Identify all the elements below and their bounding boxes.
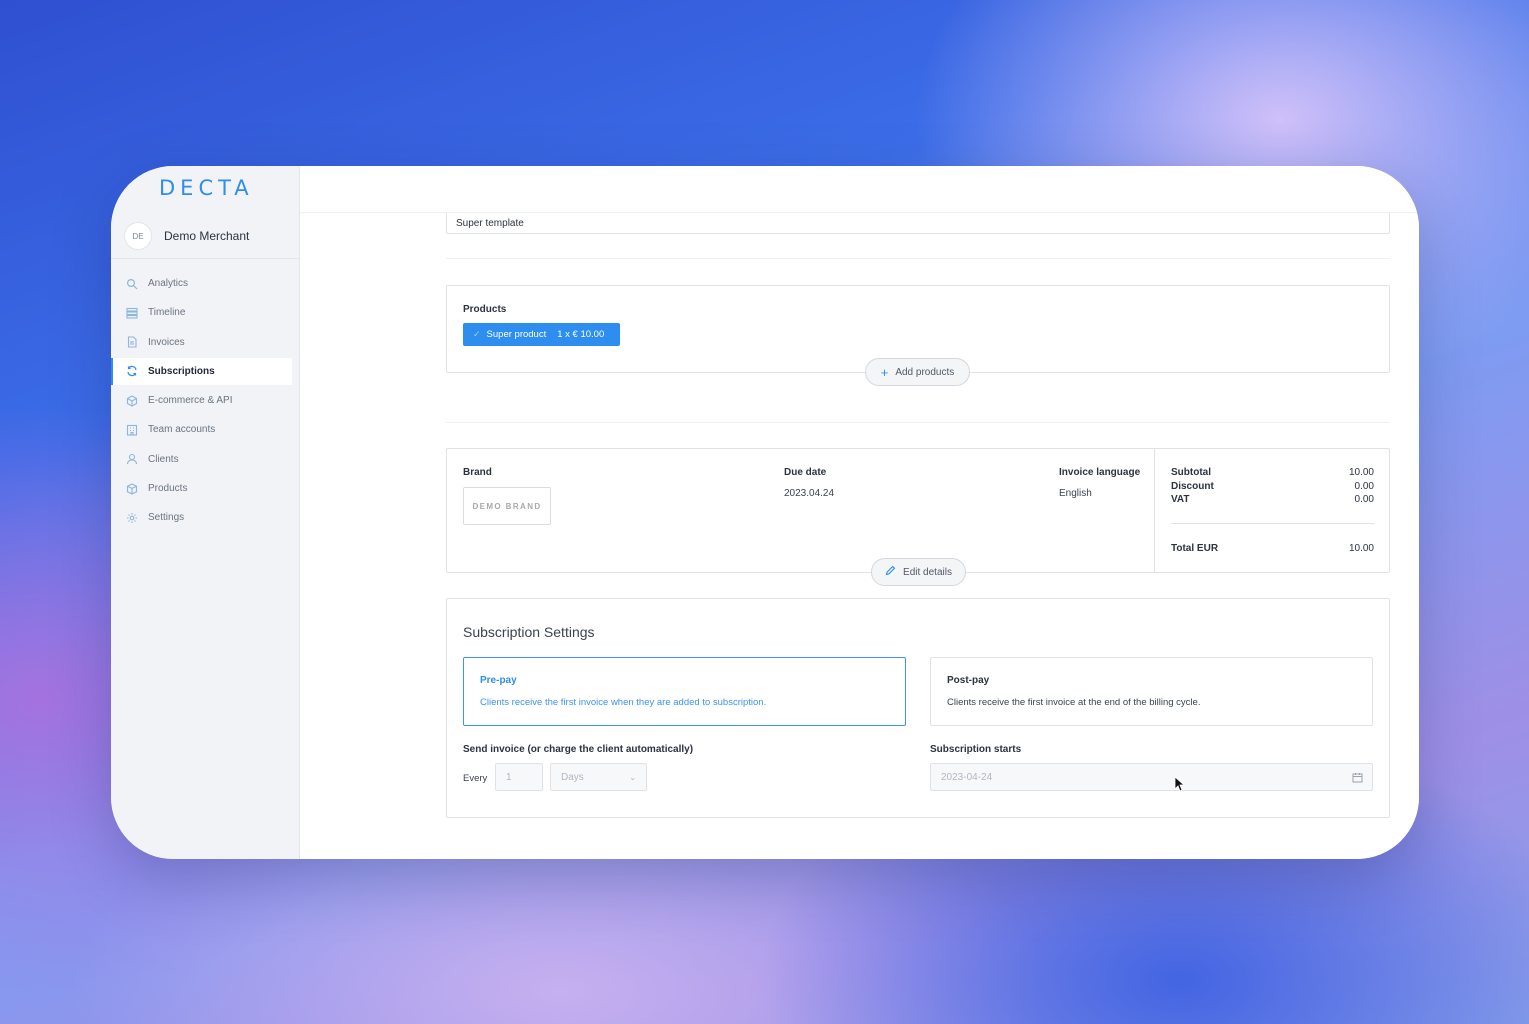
product-name: Super product — [486, 329, 547, 340]
sidebar-item-label: Team accounts — [148, 424, 216, 436]
totals-panel: Subtotal 10.00 Discount 0.00 VAT 0.00 To… — [1154, 449, 1390, 572]
chevron-down-icon: ⌄ — [629, 773, 636, 782]
cube-icon — [126, 395, 138, 407]
vat-value: 0.00 — [1354, 494, 1374, 505]
prepay-title: Pre-pay — [480, 675, 517, 686]
postpay-title: Post-pay — [947, 675, 990, 686]
subscription-settings-title: Subscription Settings — [463, 624, 595, 640]
merchant-name: Demo Merchant — [164, 229, 250, 243]
box-icon — [126, 482, 138, 495]
timeline-icon — [126, 307, 138, 319]
sidebar-item-products[interactable]: Products — [111, 475, 292, 502]
main-content: Super template Products ✓ Super product … — [300, 166, 1419, 859]
postpay-description: Clients receive the first invoice at the… — [947, 697, 1201, 708]
calendar-icon[interactable] — [1352, 772, 1363, 786]
discount-label: Discount — [1171, 480, 1214, 492]
sidebar-item-clients[interactable]: Clients — [111, 446, 292, 473]
add-products-label: Add products — [895, 366, 955, 378]
discount-value: 0.00 — [1354, 480, 1374, 492]
brand-logo-box: DEMO BRAND — [463, 487, 551, 525]
subscription-start-date-input[interactable]: 2023-04-24 — [930, 763, 1373, 791]
sidebar-item-label: Analytics — [148, 278, 189, 289]
sidebar: DECTA DE Demo Merchant Analytics Timelin… — [111, 166, 300, 859]
due-date-label: Due date — [784, 467, 827, 478]
product-chip[interactable]: ✓ Super product 1 x € 10.00 — [463, 323, 620, 346]
sidebar-item-analytics[interactable]: Analytics — [111, 270, 292, 297]
send-invoice-label: Send invoice (or charge the client autom… — [463, 744, 694, 755]
invoice-language-value: English — [1059, 488, 1092, 499]
user-icon — [126, 453, 138, 465]
pencil-icon — [885, 565, 896, 579]
sidebar-nav: Analytics Timeline Invoices Subscription… — [111, 270, 292, 534]
prepay-description: Clients receive the first invoice when t… — [480, 697, 767, 708]
subtotal-row: Subtotal 10.00 — [1171, 467, 1374, 478]
every-label: Every — [463, 773, 488, 784]
sidebar-item-label: Settings — [148, 512, 185, 524]
sidebar-item-label: Products — [148, 483, 188, 495]
invoice-details-card: Brand DEMO BRAND Due date 2023.04.24 Inv… — [446, 448, 1390, 573]
period-select-value: Days — [561, 771, 584, 783]
building-icon — [126, 424, 138, 436]
sidebar-item-team-accounts[interactable]: Team accounts — [111, 416, 292, 443]
total-label: Total EUR — [1171, 543, 1219, 554]
brand-logo: DEMO BRAND — [472, 501, 542, 511]
total-value: 10.00 — [1348, 543, 1374, 554]
merchant-switcher[interactable]: DE Demo Merchant — [124, 220, 294, 252]
gear-icon — [126, 512, 138, 524]
due-date-value: 2023.04.24 — [784, 488, 835, 499]
merchant-avatar: DE — [124, 222, 152, 250]
sidebar-item-label: Timeline — [148, 307, 186, 319]
decta-logo[interactable]: DECTA — [159, 176, 254, 200]
total-row: Total EUR 10.00 — [1171, 543, 1374, 554]
add-products-button[interactable]: + Add products — [865, 358, 970, 386]
brand-label: Brand — [463, 467, 492, 478]
edit-details-button[interactable]: Edit details — [871, 558, 966, 586]
top-bar — [300, 166, 1419, 213]
app-window: DECTA DE Demo Merchant Analytics Timelin… — [111, 166, 1419, 859]
discount-row: Discount 0.00 — [1171, 481, 1374, 492]
every-interval-input[interactable]: 1 — [495, 763, 543, 791]
subscription-settings-card: Subscription Settings Pre-pay Clients re… — [446, 598, 1390, 818]
vat-row: VAT 0.00 — [1171, 494, 1374, 505]
section-divider — [446, 422, 1390, 423]
invoice-language-label: Invoice language — [1059, 467, 1141, 478]
sidebar-divider — [111, 258, 299, 259]
postpay-option[interactable]: Post-pay Clients receive the first invoi… — [930, 657, 1373, 726]
subtotal-value: 10.00 — [1348, 467, 1374, 478]
section-divider — [446, 258, 1390, 259]
totals-divider — [1171, 523, 1374, 524]
product-qty-price: 1 x € 10.00 — [557, 329, 605, 340]
sidebar-item-label: Clients — [148, 453, 179, 465]
subtotal-label: Subtotal — [1171, 467, 1211, 478]
vat-label: VAT — [1171, 494, 1190, 505]
sidebar-item-subscriptions[interactable]: Subscriptions — [111, 357, 292, 385]
template-field[interactable]: Super template — [446, 213, 1390, 234]
sidebar-item-label: Invoices — [148, 336, 185, 348]
subscription-starts-label: Subscription starts — [930, 744, 1022, 755]
products-label: Products — [463, 304, 507, 315]
sidebar-item-label: Subscriptions — [148, 365, 215, 377]
search-icon — [126, 278, 138, 290]
sidebar-item-settings[interactable]: Settings — [111, 504, 292, 531]
period-select[interactable]: Days ⌄ — [550, 763, 647, 791]
sidebar-item-ecommerce-api[interactable]: E-commerce & API — [111, 387, 292, 414]
prepay-option[interactable]: Pre-pay Clients receive the first invoic… — [463, 657, 906, 726]
plus-icon: + — [880, 364, 889, 380]
subscription-start-date-value: 2023-04-24 — [941, 771, 993, 783]
refresh-icon — [126, 365, 138, 377]
sidebar-item-invoices[interactable]: Invoices — [111, 329, 292, 356]
check-icon: ✓ — [473, 329, 481, 339]
document-icon — [126, 336, 138, 348]
edit-details-label: Edit details — [903, 566, 952, 578]
sidebar-item-timeline[interactable]: Timeline — [111, 299, 292, 326]
mouse-cursor-icon — [1174, 776, 1186, 792]
sidebar-item-label: E-commerce & API — [148, 395, 233, 407]
